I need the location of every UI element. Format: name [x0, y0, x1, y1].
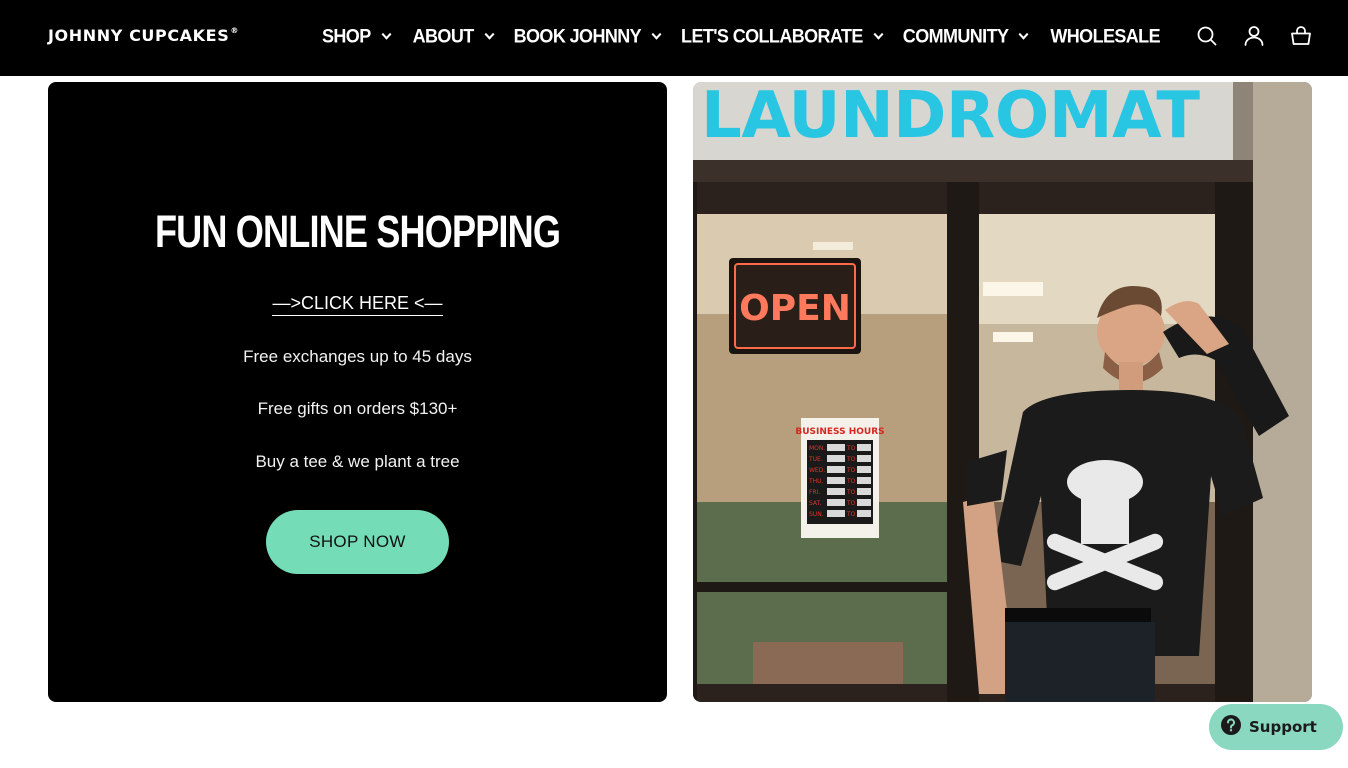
- hours-close-box: [857, 477, 871, 484]
- hours-open-box: [827, 510, 845, 517]
- hours-open-box: [827, 455, 845, 462]
- hours-sign-text: BUSINESS HOURS: [795, 427, 884, 437]
- promo-card: FUN ONLINE SHOPPING —>CLICK HERE <— Free…: [48, 82, 667, 702]
- chevron-down-icon: [651, 28, 662, 40]
- hours-close-box: [857, 499, 871, 506]
- hours-day-label: SUN.: [809, 511, 824, 518]
- hours-close-box: [857, 455, 871, 462]
- chevron-down-icon: [381, 28, 392, 40]
- hours-open-box: [827, 477, 845, 484]
- nav-item-label: LET'S COLLABORATE: [681, 24, 863, 47]
- nav-item-wholesale[interactable]: WHOLESALE: [1050, 25, 1160, 48]
- search-icon[interactable]: [1195, 24, 1219, 48]
- nav-item-lets-collaborate[interactable]: LET'S COLLABORATE: [681, 24, 884, 48]
- nav-item-label: SHOP: [322, 24, 371, 47]
- perk-free-gifts: Free gifts on orders $130+: [257, 399, 458, 418]
- nav-item-community[interactable]: COMMUNITY: [902, 24, 1029, 48]
- laundromat-sign-text: LAUNDROMAT: [701, 82, 1201, 153]
- chevron-down-icon: [1018, 28, 1029, 40]
- logo-registered-mark: ®: [230, 25, 239, 35]
- help-icon: [1220, 714, 1242, 741]
- nav-item-label: ABOUT: [412, 24, 475, 47]
- hours-to-label: TO: [846, 478, 856, 485]
- nav-item-about[interactable]: ABOUT: [412, 24, 495, 48]
- logo-text: JOHNNY CUPCAKES: [48, 26, 230, 45]
- hours-to-label: TO: [846, 500, 856, 507]
- hours-open-box: [827, 488, 845, 495]
- promo-title: FUN ONLINE SHOPPING: [154, 206, 561, 257]
- hours-day-label: MON.: [809, 445, 825, 452]
- hours-to-label: TO: [846, 445, 856, 452]
- hours-close-box: [857, 466, 871, 473]
- hours-day-label: TUE.: [808, 456, 823, 463]
- nav-item-shop[interactable]: SHOP: [322, 24, 392, 48]
- main-nav: SHOP ABOUT BOOK JOHNNY LET'S COLLABORATE…: [322, 24, 1161, 48]
- hours-day-label: WED.: [809, 467, 825, 474]
- support-label: Support: [1249, 718, 1317, 736]
- hours-day-label: THU.: [808, 478, 824, 485]
- hours-close-box: [857, 510, 871, 517]
- hours-to-label: TO: [846, 456, 856, 463]
- hours-day-label: FRI.: [809, 489, 820, 496]
- hours-to-label: TO: [846, 489, 856, 496]
- hours-open-box: [827, 499, 845, 506]
- perk-plant-a-tree: Buy a tee & we plant a tree: [255, 452, 460, 471]
- shop-now-button[interactable]: SHOP NOW: [266, 510, 449, 574]
- hours-close-box: [857, 444, 871, 451]
- hours-close-box: [857, 488, 871, 495]
- nav-item-label: BOOK JOHNNY: [513, 24, 642, 47]
- open-sign-text: OPEN: [739, 288, 851, 329]
- hours-to-label: TO: [846, 511, 856, 518]
- hours-open-box: [827, 444, 845, 451]
- cart-icon[interactable]: [1289, 24, 1313, 48]
- nav-item-label: WHOLESALE: [1050, 24, 1160, 47]
- hours-to-label: TO: [846, 467, 856, 474]
- account-icon[interactable]: [1242, 24, 1266, 48]
- nav-item-book-johnny[interactable]: BOOK JOHNNY: [513, 24, 662, 48]
- site-logo[interactable]: JOHNNY CUPCAKES®: [48, 26, 239, 45]
- hours-open-box: [827, 466, 845, 473]
- click-here-link[interactable]: —>CLICK HERE <—: [272, 293, 443, 316]
- chevron-down-icon: [484, 28, 495, 40]
- chevron-down-icon: [873, 28, 884, 40]
- click-here-link-wrap: —>CLICK HERE <—: [48, 293, 667, 316]
- support-button[interactable]: Support: [1209, 704, 1343, 750]
- hero-photo: LAUNDROMAT OPEN BUSINESS HOURS MON.TOT: [693, 82, 1312, 702]
- nav-item-label: COMMUNITY: [902, 24, 1009, 47]
- site-header: JOHNNY CUPCAKES® SHOP ABOUT BOOK JOHNNY …: [0, 0, 1348, 76]
- hours-day-label: SAT.: [809, 500, 822, 507]
- perk-free-exchanges: Free exchanges up to 45 days: [243, 347, 472, 366]
